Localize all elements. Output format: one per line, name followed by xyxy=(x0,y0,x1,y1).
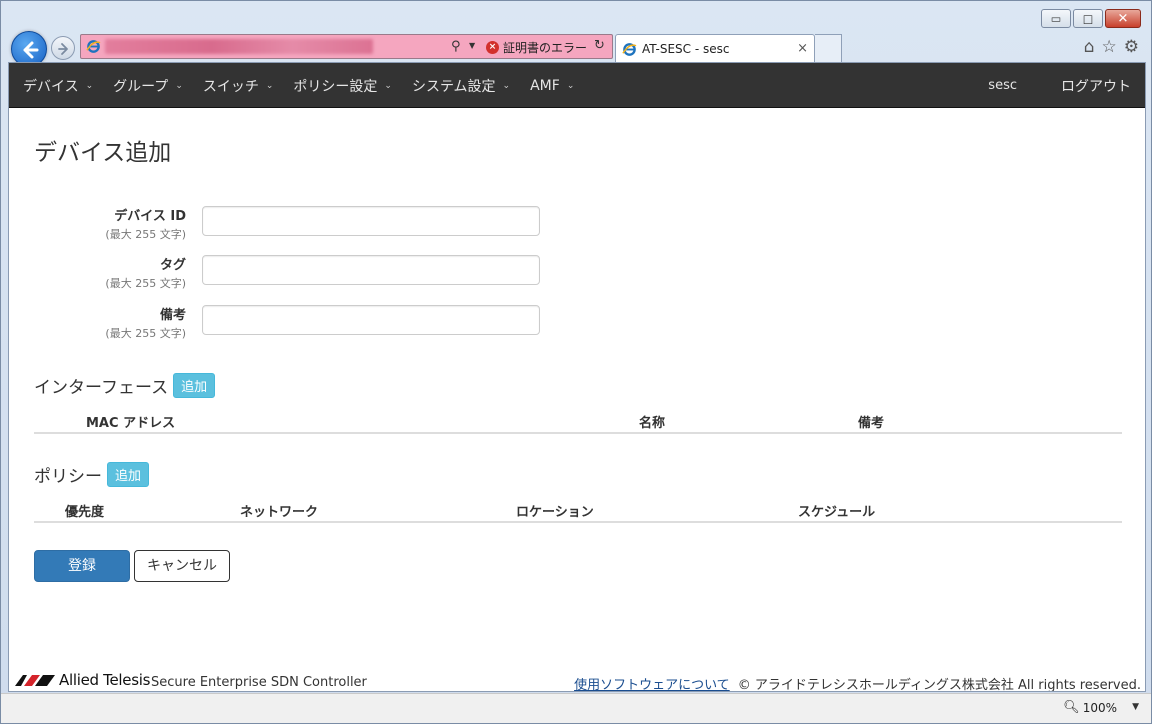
nav-item-label: グループ xyxy=(113,78,169,95)
field-hint: (最大 255 文字) xyxy=(105,228,186,241)
new-tab-button[interactable] xyxy=(815,34,842,63)
add-policy-button[interactable]: 追加 xyxy=(107,462,150,487)
gear-icon[interactable]: ⚙ xyxy=(1124,37,1139,57)
page-footer: Allied Telesis Secure Enterprise SDN Con… xyxy=(9,667,1145,692)
window-controls: ▭ □ ✕ xyxy=(1041,9,1141,28)
top-navbar: デバイス ⌄ グループ ⌄ スイッチ ⌄ ポリシー設定 ⌄ システム設定 ⌄ AMF ⌄ xyxy=(9,63,1145,108)
tab-close-icon[interactable]: × xyxy=(797,41,808,56)
ie-logo-icon xyxy=(86,40,101,53)
nav-item-system-settings[interactable]: システム設定 ⌄ xyxy=(412,76,510,96)
chevron-down-icon: ⌄ xyxy=(85,80,94,91)
browser-window: ▭ □ ✕ ⚲ ▼ × 証明書のエラー ↻ AT-SESC - sesc × ⌂… xyxy=(0,0,1152,724)
allied-telesis-logo: Allied Telesis xyxy=(15,671,150,689)
add-interface-button[interactable]: 追加 xyxy=(173,373,216,398)
nav-item-groups[interactable]: グループ ⌄ xyxy=(113,76,183,96)
chevron-down-icon: ⌄ xyxy=(502,80,511,91)
field-hint: (最大 255 文字) xyxy=(105,277,186,290)
note-input[interactable] xyxy=(202,305,540,335)
allied-telesis-mark-icon xyxy=(15,675,55,686)
field-label: デバイス ID xyxy=(114,209,186,224)
brand-name: Allied Telesis xyxy=(59,671,151,689)
field-label: タグ xyxy=(159,258,186,273)
policies-section-title: ポリシー 追加 xyxy=(34,462,150,487)
tab-title: AT-SESC - sesc xyxy=(642,42,730,56)
register-button[interactable]: 登録 xyxy=(34,550,130,582)
chevron-down-icon: ⌄ xyxy=(566,80,575,91)
page-viewport: デバイス ⌄ グループ ⌄ スイッチ ⌄ ポリシー設定 ⌄ システム設定 ⌄ AMF ⌄ xyxy=(8,62,1146,692)
field-label: 備考 xyxy=(159,308,186,323)
tag-input[interactable] xyxy=(202,255,540,285)
zoom-control[interactable]: 🔍︎ 100% xyxy=(1063,700,1117,715)
zoom-level: 100% xyxy=(1082,700,1117,715)
current-user-name[interactable]: sesc xyxy=(988,78,1017,93)
column-header: 優先度 xyxy=(65,505,105,520)
certificate-error-label[interactable]: 証明書のエラー xyxy=(503,39,587,56)
form-row-note: 備考 (最大 255 文字) xyxy=(9,304,609,344)
form-row-device-id: デバイス ID (最大 255 文字) xyxy=(9,205,609,245)
chevron-down-icon: ⌄ xyxy=(265,80,274,91)
ie-logo-icon xyxy=(622,43,637,56)
home-icon[interactable]: ⌂ xyxy=(1084,37,1095,57)
back-arrow-icon xyxy=(23,41,39,59)
column-header: ロケーション xyxy=(516,505,594,520)
certificate-error-icon[interactable]: × xyxy=(486,41,499,54)
chevron-down-icon: ⌄ xyxy=(175,80,183,91)
nav-item-label: ポリシー設定 xyxy=(293,78,378,95)
favorites-star-icon[interactable]: ☆ xyxy=(1102,37,1117,57)
nav-item-label: システム設定 xyxy=(411,78,496,95)
maximize-button[interactable]: □ xyxy=(1073,9,1103,28)
section-heading: ポリシー xyxy=(34,467,102,487)
column-header: スケジュール xyxy=(798,505,876,520)
column-header: MAC アドレス xyxy=(86,416,176,431)
logout-link[interactable]: ログアウト xyxy=(1061,76,1131,96)
nav-user-area: sesc ログアウト xyxy=(988,63,1131,108)
nav-item-label: スイッチ xyxy=(202,78,259,95)
zoom-icon: 🔍︎ xyxy=(1063,700,1080,715)
column-header: 備考 xyxy=(858,416,885,431)
forward-arrow-icon xyxy=(58,43,68,55)
address-bar[interactable]: ⚲ ▼ × 証明書のエラー ↻ xyxy=(80,34,613,59)
nav-item-label: デバイス xyxy=(23,78,79,95)
device-id-label: デバイス ID (最大 255 文字) xyxy=(105,205,186,242)
nav-menu: デバイス ⌄ グループ ⌄ スイッチ ⌄ ポリシー設定 ⌄ システム設定 ⌄ AMF ⌄ xyxy=(23,63,594,108)
device-id-input[interactable] xyxy=(202,206,540,236)
copyright-text: © アライドテレシスホールディングス株式会社 All rights reserv… xyxy=(737,678,1141,692)
nav-item-label: AMF xyxy=(530,77,560,94)
nav-item-devices[interactable]: デバイス ⌄ xyxy=(23,76,93,96)
minimize-button[interactable]: ▭ xyxy=(1041,9,1071,28)
column-header: 名称 xyxy=(639,416,666,431)
browser-toolbar-icons: ⌂ ☆ ⚙ xyxy=(1084,37,1139,57)
browser-tab[interactable]: AT-SESC - sesc × xyxy=(615,34,815,63)
interfaces-table-header: MAC アドレス 名称 備考 xyxy=(34,410,1122,434)
nav-item-amf[interactable]: AMF ⌄ xyxy=(530,78,574,94)
search-icon[interactable]: ⚲ xyxy=(451,39,461,54)
column-header: ネットワーク xyxy=(240,505,319,520)
about-software-link[interactable]: 使用ソフトウェアについて xyxy=(574,678,730,691)
section-heading: インターフェース xyxy=(34,378,169,398)
interfaces-section-title: インターフェース 追加 xyxy=(34,373,216,398)
policies-table-header: 優先度 ネットワーク ロケーション スケジュール xyxy=(34,499,1122,523)
chevron-down-icon: ⌄ xyxy=(384,80,392,91)
chevron-down-icon[interactable]: ▼ xyxy=(1132,702,1139,712)
forward-button[interactable] xyxy=(51,36,75,60)
footer-right: 使用ソフトウェアについて © アライドテレシスホールディングス株式会社 All r… xyxy=(574,674,1141,692)
tag-label: タグ (最大 255 文字) xyxy=(105,254,186,291)
note-label: 備考 (最大 255 文字) xyxy=(105,304,186,341)
close-window-button[interactable]: ✕ xyxy=(1105,9,1141,28)
chevron-down-icon[interactable]: ▼ xyxy=(469,41,475,50)
page-title: デバイス追加 xyxy=(34,140,172,166)
status-bar: 🔍︎ 100% ▼ xyxy=(1,693,1151,723)
url-text-blurred[interactable] xyxy=(105,39,373,54)
refresh-icon[interactable]: ↻ xyxy=(594,38,605,53)
nav-item-switches[interactable]: スイッチ ⌄ xyxy=(203,76,274,96)
nav-item-policy-settings[interactable]: ポリシー設定 ⌄ xyxy=(293,76,392,96)
form-row-tag: タグ (最大 255 文字) xyxy=(9,254,609,294)
product-name: Secure Enterprise SDN Controller xyxy=(151,675,367,690)
cancel-button[interactable]: キャンセル xyxy=(134,550,230,582)
field-hint: (最大 255 文字) xyxy=(105,327,186,340)
